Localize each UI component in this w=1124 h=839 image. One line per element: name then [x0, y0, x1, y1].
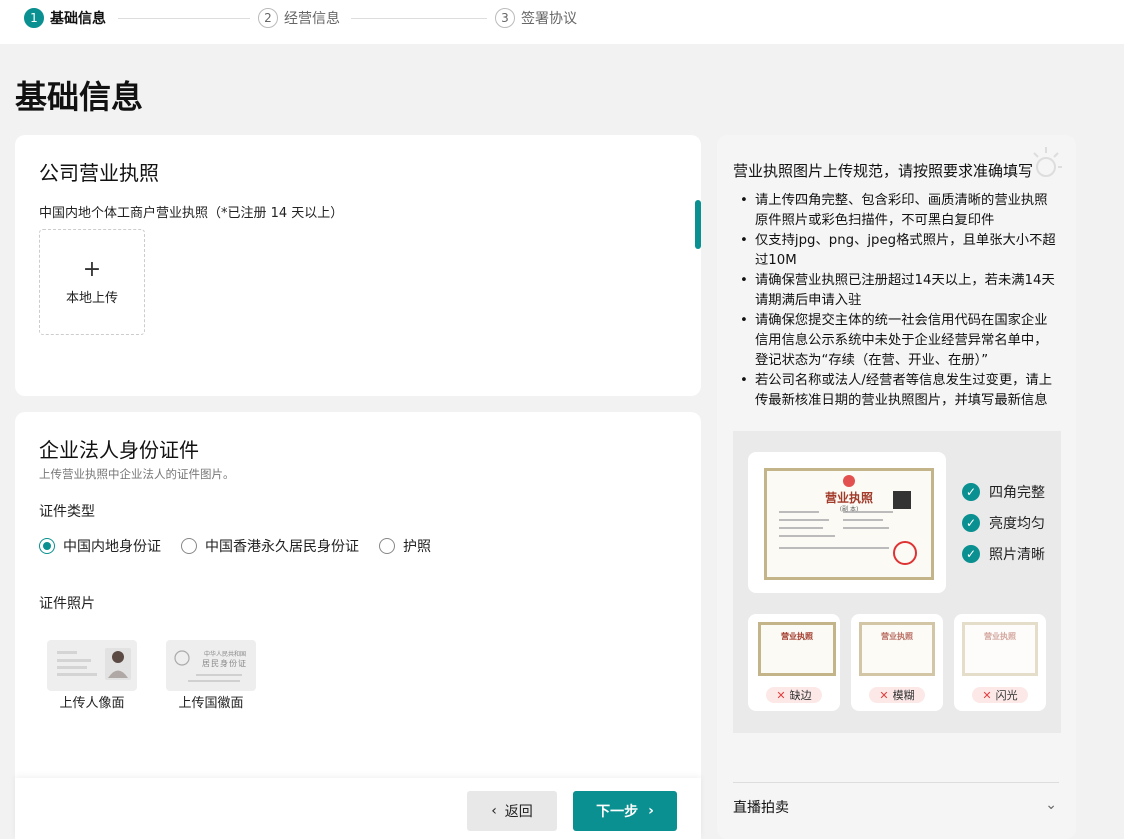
bad-example-blurry: 营业执照 ✕ 模糊	[851, 614, 943, 711]
license-sample-small-title: 营业执照	[881, 632, 913, 641]
id-type-radio-group: 中国内地身份证 中国香港永久居民身份证 护照	[39, 536, 451, 556]
id-type-label: 证件类型	[39, 504, 95, 520]
plus-icon: +	[82, 256, 102, 282]
guideline-item: 若公司名称或法人/经营者等信息发生过变更，请上传最新核准日期的营业执照图片，并填…	[740, 371, 1056, 411]
upload-label: 本地上传	[65, 290, 118, 306]
license-sample-graphic	[779, 475, 917, 565]
close-icon: ✕	[879, 688, 889, 702]
guideline-item: 请上传四角完整、包含彩印、画质清晰的营业执照原件照片或彩色扫描件，不可黑白复印件	[740, 191, 1056, 231]
step-label: 经营信息	[284, 11, 340, 27]
license-title: 公司营业执照	[39, 161, 159, 185]
page-title: 基础信息	[15, 78, 144, 116]
check-icon: ✓	[962, 483, 980, 501]
badge-label: 缺边	[789, 689, 812, 702]
check-item: ✓ 四角完整	[962, 482, 1045, 502]
guideline-item: 请确保营业执照已注册超过14天以上，若未满14天请期满后申请入驻	[740, 271, 1056, 311]
next-label: 下一步	[596, 804, 639, 820]
license-sample: 营业执照 (副 本)	[764, 468, 934, 580]
chevron-right-icon: ›	[648, 803, 654, 819]
close-icon: ✕	[982, 688, 992, 702]
step-number: 2	[258, 8, 278, 28]
step-number: 1	[24, 8, 44, 28]
license-sample-small: 营业执照	[758, 622, 836, 676]
back-button[interactable]: ‹ 返回	[467, 791, 557, 831]
chevron-left-icon: ‹	[491, 803, 497, 819]
guideline-item: 仅支持jpg、png、jpeg格式照片，且单张大小不超过10M	[740, 231, 1056, 271]
step-divider	[351, 18, 487, 19]
radio-mainland-id[interactable]: 中国内地身份证	[39, 536, 161, 556]
error-badge: ✕ 闪光	[972, 687, 1028, 703]
step-label: 签署协议	[521, 11, 577, 27]
check-icon: ✓	[962, 514, 980, 532]
license-sample-small: 营业执照	[859, 622, 935, 676]
radio-label: 中国内地身份证	[63, 539, 161, 555]
scrollbar-thumb[interactable]	[695, 200, 701, 249]
guideline-item: 请确保您提交主体的统一社会信用代码在国家企业信用信息公示系统中未处于企业经营异常…	[740, 311, 1056, 371]
step-basic-info[interactable]: 1 基础信息	[24, 8, 106, 28]
next-button[interactable]: 下一步 ›	[573, 791, 677, 831]
error-badge: ✕ 模糊	[869, 687, 925, 703]
close-icon: ✕	[776, 688, 786, 702]
good-example-image: 营业执照 (副 本)	[748, 452, 946, 593]
accordion-live-auction[interactable]: 直播拍卖 ⌄	[733, 782, 1059, 828]
radio-passport[interactable]: 护照	[379, 536, 431, 556]
radio-unchecked-icon	[379, 538, 395, 554]
badge-label: 模糊	[892, 689, 915, 702]
radio-hk-id[interactable]: 中国香港永久居民身份证	[181, 536, 359, 556]
back-label: 返回	[504, 804, 533, 820]
license-sample-small-title: 营业执照	[781, 632, 813, 641]
radio-label: 中国香港永久居民身份证	[205, 539, 359, 555]
id-front-label: 上传人像面	[59, 696, 125, 711]
legal-title: 企业法人身份证件	[39, 438, 199, 462]
check-item: ✓ 亮度均匀	[962, 513, 1045, 533]
id-front-upload[interactable]	[47, 640, 137, 691]
license-sample-subtitle: (副 本)	[839, 506, 859, 513]
error-badge: ✕ 缺边	[766, 687, 822, 703]
step-label: 基础信息	[50, 11, 106, 27]
license-upload-button[interactable]: + 本地上传	[39, 229, 145, 335]
id-back-card-text: 中华人民共和国	[204, 651, 247, 658]
chevron-down-icon: ⌄	[1045, 797, 1057, 813]
guidelines-title: 营业执照图片上传规范，请按照要求准确填写	[733, 162, 1034, 180]
step-number: 3	[495, 8, 515, 28]
radio-label: 护照	[403, 539, 431, 555]
bad-example-missing-edge: 营业执照 ✕ 缺边	[748, 614, 840, 711]
check-icon: ✓	[962, 545, 980, 563]
check-label: 四角完整	[989, 485, 1045, 501]
bad-example-flash: 营业执照 ✕ 闪光	[954, 614, 1046, 711]
legal-id-card: 企业法人身份证件 上传营业执照中企业法人的证件图片。 证件类型 证件照片	[15, 412, 701, 839]
check-item: ✓ 照片清晰	[962, 544, 1045, 564]
id-front-icon	[57, 648, 131, 680]
legal-description: 上传营业执照中企业法人的证件图片。	[39, 467, 235, 481]
id-photo-label: 证件照片	[39, 596, 95, 612]
badge-label: 闪光	[995, 689, 1018, 702]
license-description: 中国内地个体工商户营业执照（*已注册 14 天以上）	[39, 206, 344, 221]
accordion-label: 直播拍卖	[733, 800, 789, 816]
step-divider	[118, 18, 250, 19]
id-back-label: 上传国徽面	[178, 696, 244, 711]
step-business-info[interactable]: 2 经营信息	[258, 8, 340, 28]
radio-unchecked-icon	[181, 538, 197, 554]
id-back-card-title: 居民身份证	[202, 659, 247, 668]
id-back-upload[interactable]: 中华人民共和国 居民身份证	[166, 640, 256, 691]
step-sign-agreement[interactable]: 3 签署协议	[495, 8, 577, 28]
guidelines-list: 请上传四角完整、包含彩印、画质清晰的营业执照原件照片或彩色扫描件，不可黑白复印件…	[740, 191, 1056, 411]
check-label: 亮度均匀	[989, 516, 1045, 532]
stepper-bar: 1 基础信息 2 经营信息 3 签署协议	[0, 0, 1124, 44]
check-label: 照片清晰	[989, 547, 1045, 563]
license-sample-small: 营业执照	[962, 622, 1038, 676]
license-sample-small-title: 营业执照	[984, 632, 1016, 641]
radio-checked-icon	[39, 538, 55, 554]
